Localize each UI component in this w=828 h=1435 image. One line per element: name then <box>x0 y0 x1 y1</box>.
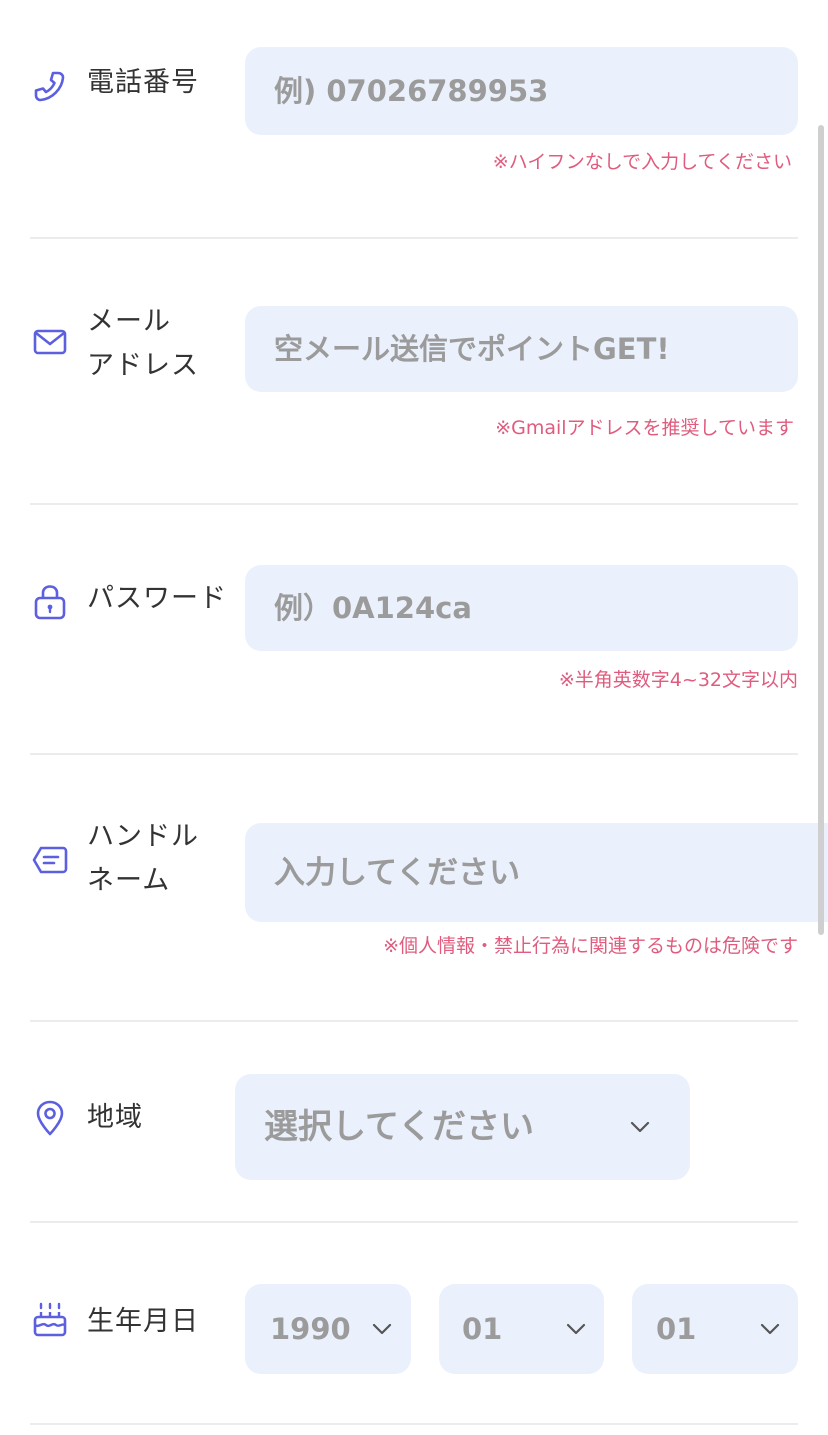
chevron-down-icon <box>370 1317 394 1341</box>
divider <box>30 503 798 505</box>
birth-year-value: 1990 <box>270 1312 351 1346</box>
chevron-down-icon <box>758 1317 782 1341</box>
phone-field[interactable] <box>245 47 798 135</box>
phone-icon <box>30 67 70 107</box>
divider <box>30 237 798 239</box>
birth-year-select[interactable]: 1990 <box>245 1284 411 1374</box>
handle-label-line1: ハンドル <box>87 821 199 852</box>
email-input[interactable] <box>245 306 798 392</box>
birth-day-select[interactable]: 01 <box>632 1284 798 1374</box>
birthday-cake-icon <box>30 1300 70 1340</box>
email-hint: ※Gmailアドレスを推奨しています <box>495 417 794 439</box>
region-select[interactable]: 選択してください <box>235 1074 690 1180</box>
divider <box>30 1221 798 1223</box>
phone-label: 電話番号 <box>87 67 199 98</box>
divider <box>30 1020 798 1022</box>
password-field[interactable] <box>245 565 798 651</box>
scrollbar[interactable] <box>818 125 824 935</box>
handle-field[interactable] <box>245 823 828 922</box>
location-pin-icon <box>30 1098 70 1138</box>
region-label: 地域 <box>87 1102 143 1133</box>
password-hint: ※半角英数字4~32文字以内 <box>558 669 798 691</box>
name-tag-icon <box>30 840 70 880</box>
birth-month-value: 01 <box>462 1312 503 1346</box>
birth-day-value: 01 <box>656 1312 697 1346</box>
phone-input[interactable] <box>245 47 798 135</box>
email-field[interactable] <box>245 306 798 392</box>
email-label-line2: アドレス <box>87 350 199 381</box>
password-label: パスワード <box>87 583 227 614</box>
divider <box>30 1423 798 1425</box>
chevron-down-icon <box>628 1115 652 1139</box>
handle-label-line2: ネーム <box>87 865 171 896</box>
mail-icon <box>30 322 70 362</box>
birthday-label: 生年月日 <box>87 1306 199 1337</box>
email-label-line1: メール <box>87 306 171 337</box>
password-input[interactable] <box>245 565 798 651</box>
birth-month-select[interactable]: 01 <box>439 1284 604 1374</box>
region-selected-value: 選択してください <box>264 1107 534 1147</box>
phone-hint: ※ハイフンなしで入力してください <box>492 151 792 173</box>
handle-input[interactable] <box>245 823 828 922</box>
divider <box>30 753 798 755</box>
handle-hint: ※個人情報・禁止行為に関連するものは危険です <box>383 935 798 957</box>
lock-icon <box>30 582 70 622</box>
chevron-down-icon <box>564 1317 588 1341</box>
